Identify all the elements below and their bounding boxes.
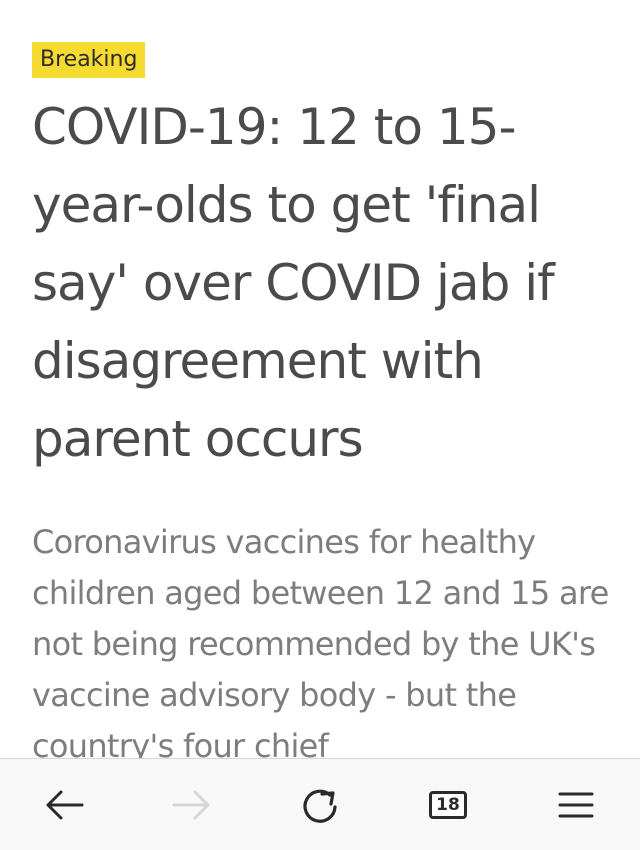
reload-icon <box>303 789 337 823</box>
tabs-icon: 18 <box>429 791 467 819</box>
article-content: Breaking COVID-19: 12 to 15-year-olds to… <box>0 0 640 758</box>
breaking-badge: Breaking <box>32 42 146 78</box>
arrow-left-icon <box>46 790 84 820</box>
tabs-button[interactable]: 18 <box>422 779 474 831</box>
reload-button[interactable] <box>294 779 346 831</box>
tab-count: 18 <box>436 795 460 815</box>
article-headline: COVID-19: 12 to 15-year-olds to get 'fin… <box>32 98 555 468</box>
browser-toolbar: 18 <box>0 758 640 850</box>
hamburger-menu-icon <box>558 792 594 818</box>
forward-button[interactable] <box>166 779 218 831</box>
browser-page: Breaking COVID-19: 12 to 15-year-olds to… <box>0 0 640 850</box>
back-button[interactable] <box>38 779 90 831</box>
article-summary: Coronavirus vaccines for healthy childre… <box>32 523 609 758</box>
menu-button[interactable] <box>550 779 602 831</box>
arrow-right-icon <box>172 790 210 820</box>
